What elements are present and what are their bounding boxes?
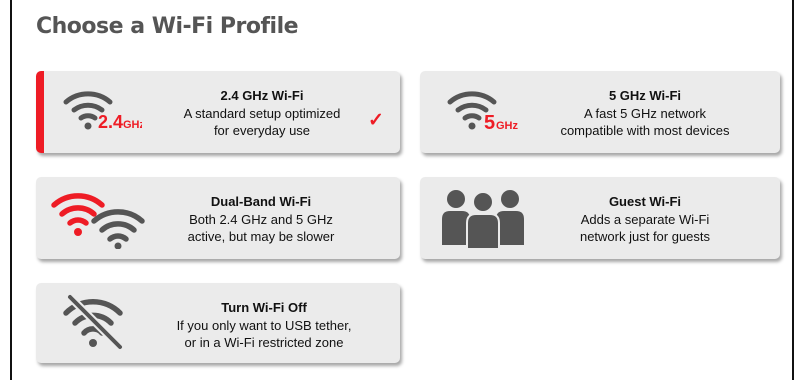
profile-name: 2.4 GHz Wi-Fi [220, 88, 304, 103]
profile-card-wifi-off[interactable]: Turn Wi-Fi Off If you only want to USB t… [36, 283, 400, 363]
profile-text: Guest Wi-Fi Adds a separate Wi-Fi networ… [540, 193, 750, 245]
badge-5-text: 5 [484, 112, 495, 133]
badge-24-unit: GHz [123, 119, 142, 131]
profile-desc-line2: network just for guests [579, 229, 711, 244]
profile-desc-line2: active, but may be slower [187, 229, 335, 244]
profile-desc-line1: A standard setup optimized [183, 106, 341, 121]
profile-desc-line2: or in a Wi-Fi restricted zone [184, 335, 344, 350]
wifi-off-icon [62, 293, 132, 358]
profile-desc-line1: Both 2.4 GHz and 5 GHz [189, 212, 333, 227]
page-title: Choose a Wi-Fi Profile [36, 14, 299, 39]
profile-name: Guest Wi-Fi [608, 194, 682, 209]
profile-text: 2.4 GHz Wi-Fi A standard setup optimized… [172, 87, 352, 139]
profile-card-guest[interactable]: Guest Wi-Fi Adds a separate Wi-Fi networ… [420, 177, 780, 259]
profile-text: Turn Wi-Fi Off If you only want to USB t… [164, 299, 364, 351]
profile-desc-line2: compatible with most devices [560, 123, 730, 138]
dual-band-wifi-icon [50, 185, 150, 254]
profile-desc-line1: A fast 5 GHz network [583, 106, 707, 121]
profile-text: 5 GHz Wi-Fi A fast 5 GHz network compati… [540, 87, 750, 139]
badge-5-unit: GHz [496, 120, 519, 132]
profile-desc-line1: Adds a separate Wi-Fi [580, 212, 710, 227]
profile-desc-line1: If you only want to USB tether, [176, 318, 352, 333]
profile-name: Dual-Band Wi-Fi [210, 194, 312, 209]
wifi-5ghz-icon: 5 GHz [446, 83, 526, 138]
guests-group-icon [438, 187, 528, 254]
profile-card-dual-band[interactable]: Dual-Band Wi-Fi Both 2.4 GHz and 5 GHz a… [36, 177, 400, 259]
selected-check-icon: ✓ [368, 110, 384, 131]
profile-desc-line2: for everyday use [213, 123, 311, 138]
badge-24-text: 2.4 [98, 112, 123, 132]
profile-name: 5 GHz Wi-Fi [608, 88, 682, 103]
profile-card-5ghz[interactable]: 5 GHz 5 GHz Wi-Fi A fast 5 GHz network c… [420, 71, 780, 153]
profile-text: Dual-Band Wi-Fi Both 2.4 GHz and 5 GHz a… [166, 193, 356, 245]
wifi-24ghz-icon: 2.4 GHz [62, 83, 146, 138]
profile-name: Turn Wi-Fi Off [221, 300, 307, 315]
profile-card-2-4ghz[interactable]: 2.4 GHz 2.4 GHz Wi-Fi A standard setup o… [36, 71, 400, 153]
